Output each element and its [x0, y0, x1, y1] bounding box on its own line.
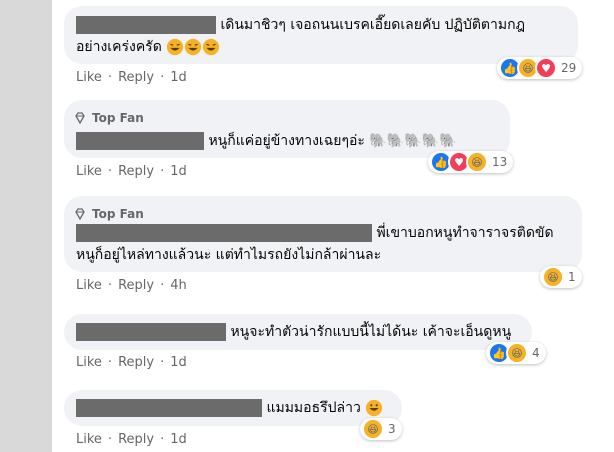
separator: ·	[107, 432, 113, 447]
timestamp[interactable]: 1d	[170, 164, 187, 179]
comment-text: แมมมอธรึปล่าว	[266, 400, 361, 416]
laughing-emoji-icon	[167, 38, 184, 56]
thread-rail	[0, 0, 52, 452]
comment-text: พี่เขาบอกหนูทำจาราจรติดขัด	[376, 225, 554, 241]
like-link[interactable]: Like	[76, 278, 102, 293]
comment-bubble-4: หนูจะทำตัวน่ารักแบบนี้ไม่ได้นะ เค้าจะเอ็…	[64, 314, 532, 350]
comment-bubble-3: Top Fan พี่เขาบอกหนูทำจาราจรติดขัด หนูก็…	[64, 196, 582, 272]
like-link[interactable]: Like	[76, 355, 102, 370]
haha-reaction-icon: 😆	[466, 151, 488, 173]
separator: ·	[160, 70, 165, 85]
redacted-author-name[interactable]	[76, 16, 216, 34]
haha-reaction-icon: 😆	[362, 418, 384, 440]
reaction-count: 29	[561, 61, 577, 75]
separator: ·	[107, 164, 113, 179]
top-fan-label: Top Fan	[92, 111, 144, 125]
redacted-author-name[interactable]	[76, 132, 204, 150]
reaction-summary[interactable]: 😆 1	[540, 266, 582, 288]
comment-actions: Like · Reply · 4h	[76, 278, 187, 293]
comment-bubble-1: เดินมาชิวๆ เจอถนนเบรคเอี๊ยดเลยคับ ปฏิบัต…	[64, 6, 578, 64]
comment-actions: Like · Reply · 1d	[76, 164, 187, 179]
reply-link[interactable]: Reply	[118, 278, 154, 293]
timestamp[interactable]: 1d	[170, 355, 187, 370]
comment-text: หนูก็แค่อยู่ข้างทางเฉยๆอ่ะ 🐘🐘🐘🐘🐘	[208, 133, 457, 149]
top-fan-badge: Top Fan	[74, 108, 144, 128]
comment-actions: Like · Reply · 1d	[76, 70, 187, 85]
rail-gap	[52, 0, 58, 452]
comment-bubble-5: แมมมอธรึปล่าว	[64, 390, 402, 426]
like-link[interactable]: Like	[76, 164, 102, 179]
top-fan-label: Top Fan	[92, 207, 144, 221]
reaction-count: 13	[492, 155, 508, 169]
separator: ·	[160, 432, 165, 447]
separator: ·	[160, 355, 165, 370]
reply-link[interactable]: Reply	[118, 70, 154, 85]
diamond-icon	[75, 208, 85, 220]
haha-reaction-icon: 😆	[542, 266, 564, 288]
redacted-author-name[interactable]	[76, 323, 226, 341]
timestamp[interactable]: 4h	[170, 278, 187, 293]
laughing-emoji-icon	[185, 38, 202, 56]
love-reaction-icon: ♥	[535, 57, 557, 79]
reaction-count: 4	[532, 346, 540, 360]
comment-text-line2: หนูก็อยู่ไหล่ทางแล้วนะ แต่ทำไมรถยังไม่กล…	[76, 247, 382, 263]
reply-link[interactable]: Reply	[118, 164, 154, 179]
reaction-summary[interactable]: 👍 😆 ♥ 29	[497, 57, 583, 79]
reaction-summary[interactable]: 👍 ♥ 😆 13	[428, 151, 514, 173]
reply-link[interactable]: Reply	[118, 355, 154, 370]
haha-reaction-icon: 😆	[506, 342, 528, 364]
comment-text: เดินมาชิวๆ เจอถนนเบรคเอี๊ยดเลยคับ ปฏิบัต…	[220, 17, 525, 33]
comment-actions: Like · Reply · 1d	[76, 432, 187, 447]
timestamp[interactable]: 1d	[170, 432, 187, 447]
reaction-summary[interactable]: 👍 😆 4	[486, 342, 546, 364]
separator: ·	[160, 164, 165, 179]
redacted-author-name[interactable]	[76, 224, 372, 242]
grinning-emoji-icon	[366, 399, 383, 417]
comment-text: หนูจะทำตัวน่ารักแบบนี้ไม่ได้นะ เค้าจะเอ็…	[230, 324, 512, 340]
like-link[interactable]: Like	[76, 432, 102, 447]
laughing-emoji-icon	[203, 38, 220, 56]
reply-link[interactable]: Reply	[118, 432, 154, 447]
like-link[interactable]: Like	[76, 70, 102, 85]
diamond-icon	[75, 112, 85, 124]
separator: ·	[107, 278, 113, 293]
separator: ·	[107, 355, 113, 370]
separator: ·	[160, 278, 165, 293]
comment-actions: Like · Reply · 1d	[76, 355, 187, 370]
reaction-count: 3	[388, 422, 396, 436]
reaction-count: 1	[568, 270, 576, 284]
redacted-author-name[interactable]	[76, 399, 262, 417]
reaction-summary[interactable]: 😆 3	[360, 418, 402, 440]
separator: ·	[107, 70, 113, 85]
timestamp[interactable]: 1d	[170, 70, 187, 85]
comment-bubble-2: Top Fan หนูก็แค่อยู่ข้างทางเฉยๆอ่ะ 🐘🐘🐘🐘🐘	[64, 100, 510, 158]
top-fan-badge: Top Fan	[74, 204, 144, 224]
comment-text-line2: อย่างเคร่งครัด	[76, 39, 162, 55]
